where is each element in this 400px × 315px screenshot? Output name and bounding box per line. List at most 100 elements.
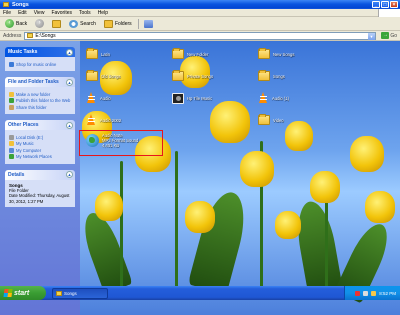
file-name: Audio	[100, 95, 111, 101]
tulip	[310, 171, 340, 203]
up-button[interactable]	[50, 19, 63, 29]
details-name: Songs	[9, 182, 23, 188]
file-name: Private Songs	[187, 73, 214, 79]
minimize-button[interactable]: _	[372, 1, 380, 8]
camera-icon	[172, 92, 184, 104]
clock[interactable]: 8:52 PM	[379, 291, 396, 296]
folders-label: Folders	[114, 20, 132, 27]
menu-edit[interactable]: Edit	[18, 10, 27, 16]
folder-icon	[258, 70, 270, 81]
file-item[interactable]: New Songs	[258, 47, 328, 61]
forward-button[interactable]: ›	[33, 18, 46, 29]
link-label: Local Disk (E:)	[16, 134, 44, 140]
file-item[interactable]: Audio 2002	[86, 113, 156, 127]
file-item[interactable]: Latin	[86, 47, 156, 61]
stem	[175, 151, 178, 291]
system-tray: 8:52 PM	[344, 286, 400, 300]
windows-flag-icon	[3, 289, 13, 297]
details-header[interactable]: Details ▲	[5, 169, 75, 180]
title-bar[interactable]: Songs _ □ ×	[0, 0, 400, 9]
file-folder-tasks-panel: File and Folder Tasks ▲ Make a new folde…	[5, 77, 75, 114]
folder-icon	[86, 70, 98, 81]
file-view[interactable]: Latin New Folder New Songs Old Songs Pri…	[80, 41, 400, 315]
menu-tools[interactable]: Tools	[79, 10, 91, 16]
file-item[interactable]: Audio	[86, 91, 156, 105]
music-note-icon	[9, 61, 14, 67]
menu-bar: File Edit View Favorites Tools Help	[0, 9, 400, 17]
link-my-music[interactable]: My Music	[9, 141, 71, 146]
link-share-folder[interactable]: Share this folder	[9, 104, 71, 110]
chevron-up-icon[interactable]: ▲	[66, 171, 73, 178]
file-name: Video	[273, 117, 284, 123]
tulip	[350, 136, 384, 172]
back-label: Back	[16, 20, 28, 27]
views-button[interactable]	[142, 19, 155, 29]
file-name: Old Songs	[101, 73, 121, 79]
other-places-panel: Other Places ▲ Local Disk (E:) My Music …	[5, 120, 75, 164]
tulip	[275, 211, 301, 239]
new-folder-icon	[9, 91, 14, 97]
go-button[interactable]: → Go	[381, 32, 397, 39]
maximize-button[interactable]: □	[381, 1, 389, 8]
stem	[120, 161, 123, 291]
chevron-up-icon[interactable]: ▲	[66, 78, 73, 86]
volume-icon[interactable]	[363, 290, 369, 296]
link-label: Make a new folder	[16, 91, 51, 97]
menu-file[interactable]: File	[3, 10, 11, 16]
file-item[interactable]: Audio (1)	[258, 91, 328, 105]
folder-icon	[172, 48, 184, 59]
tray-icon[interactable]	[355, 290, 361, 296]
search-button[interactable]: Search	[67, 19, 98, 29]
file-item[interactable]: Hp Tile Music	[172, 91, 242, 105]
link-label: My Computer	[16, 147, 42, 153]
link-label: Share this folder	[16, 104, 47, 110]
link-label: My Music	[16, 141, 34, 146]
link-publish-web[interactable]: Publish this folder to the Web	[9, 98, 71, 103]
back-button[interactable]: ‹ Back	[3, 18, 29, 29]
window-title: Songs	[12, 1, 29, 8]
file-name: Hp Tile Music	[187, 95, 213, 101]
network-icon	[9, 154, 14, 159]
search-icon	[69, 19, 79, 28]
network-tray-icon[interactable]	[371, 290, 377, 296]
folder-icon	[3, 2, 9, 7]
chevron-down-icon[interactable]: ▼	[368, 32, 375, 40]
link-shop-music[interactable]: Shop for music online	[9, 61, 71, 67]
file-folder-tasks-title: File and Folder Tasks	[8, 79, 59, 85]
taskbar-item-songs[interactable]: Songs	[52, 287, 108, 299]
link-new-folder[interactable]: Make a new folder	[9, 91, 71, 97]
details-body: Songs File Folder Date Modified: Thursda…	[5, 179, 75, 208]
close-button[interactable]: ×	[390, 1, 398, 8]
menu-favorites[interactable]: Favorites	[51, 10, 72, 16]
go-arrow-icon: →	[381, 32, 390, 39]
file-name: New Songs	[273, 51, 295, 57]
link-my-computer[interactable]: My Computer	[9, 147, 71, 153]
music-tasks-panel: Music Tasks ▲ Shop for music online	[5, 47, 75, 71]
menu-view[interactable]: View	[34, 10, 45, 16]
explorer-window: Songs _ □ × File Edit View Favorites Too…	[0, 0, 400, 315]
toolbar: ‹ Back › Search Folders	[0, 17, 400, 31]
link-network-places[interactable]: My Network Places	[9, 154, 71, 159]
file-item[interactable]: Songs	[258, 69, 328, 83]
file-item[interactable]: Video	[258, 113, 328, 127]
address-input[interactable]: E:\Songs ▼	[24, 31, 376, 40]
music-tasks-header[interactable]: Music Tasks ▲	[5, 47, 75, 57]
leaf	[80, 208, 133, 294]
file-item[interactable]: New Folder	[172, 47, 242, 61]
other-places-body: Local Disk (E:) My Music My Computer My …	[5, 130, 75, 164]
tulip	[210, 101, 250, 143]
link-local-disk[interactable]: Local Disk (E:)	[9, 134, 71, 140]
file-folder-tasks-header[interactable]: File and Folder Tasks ▲	[5, 77, 75, 87]
folder-icon	[27, 33, 34, 38]
menu-help[interactable]: Help	[98, 10, 108, 16]
file-item[interactable]: Private Songs	[172, 69, 242, 83]
vlc-icon	[86, 114, 97, 126]
start-button[interactable]: start	[0, 286, 46, 300]
file-item[interactable]: Old Songs	[86, 69, 156, 83]
chevron-up-icon[interactable]: ▲	[66, 48, 73, 56]
file-name: Songs	[273, 73, 285, 79]
address-value: E:\Songs	[35, 32, 56, 39]
other-places-header[interactable]: Other Places ▲	[5, 120, 75, 130]
folders-button[interactable]: Folders	[102, 19, 134, 29]
chevron-up-icon[interactable]: ▲	[66, 121, 73, 129]
